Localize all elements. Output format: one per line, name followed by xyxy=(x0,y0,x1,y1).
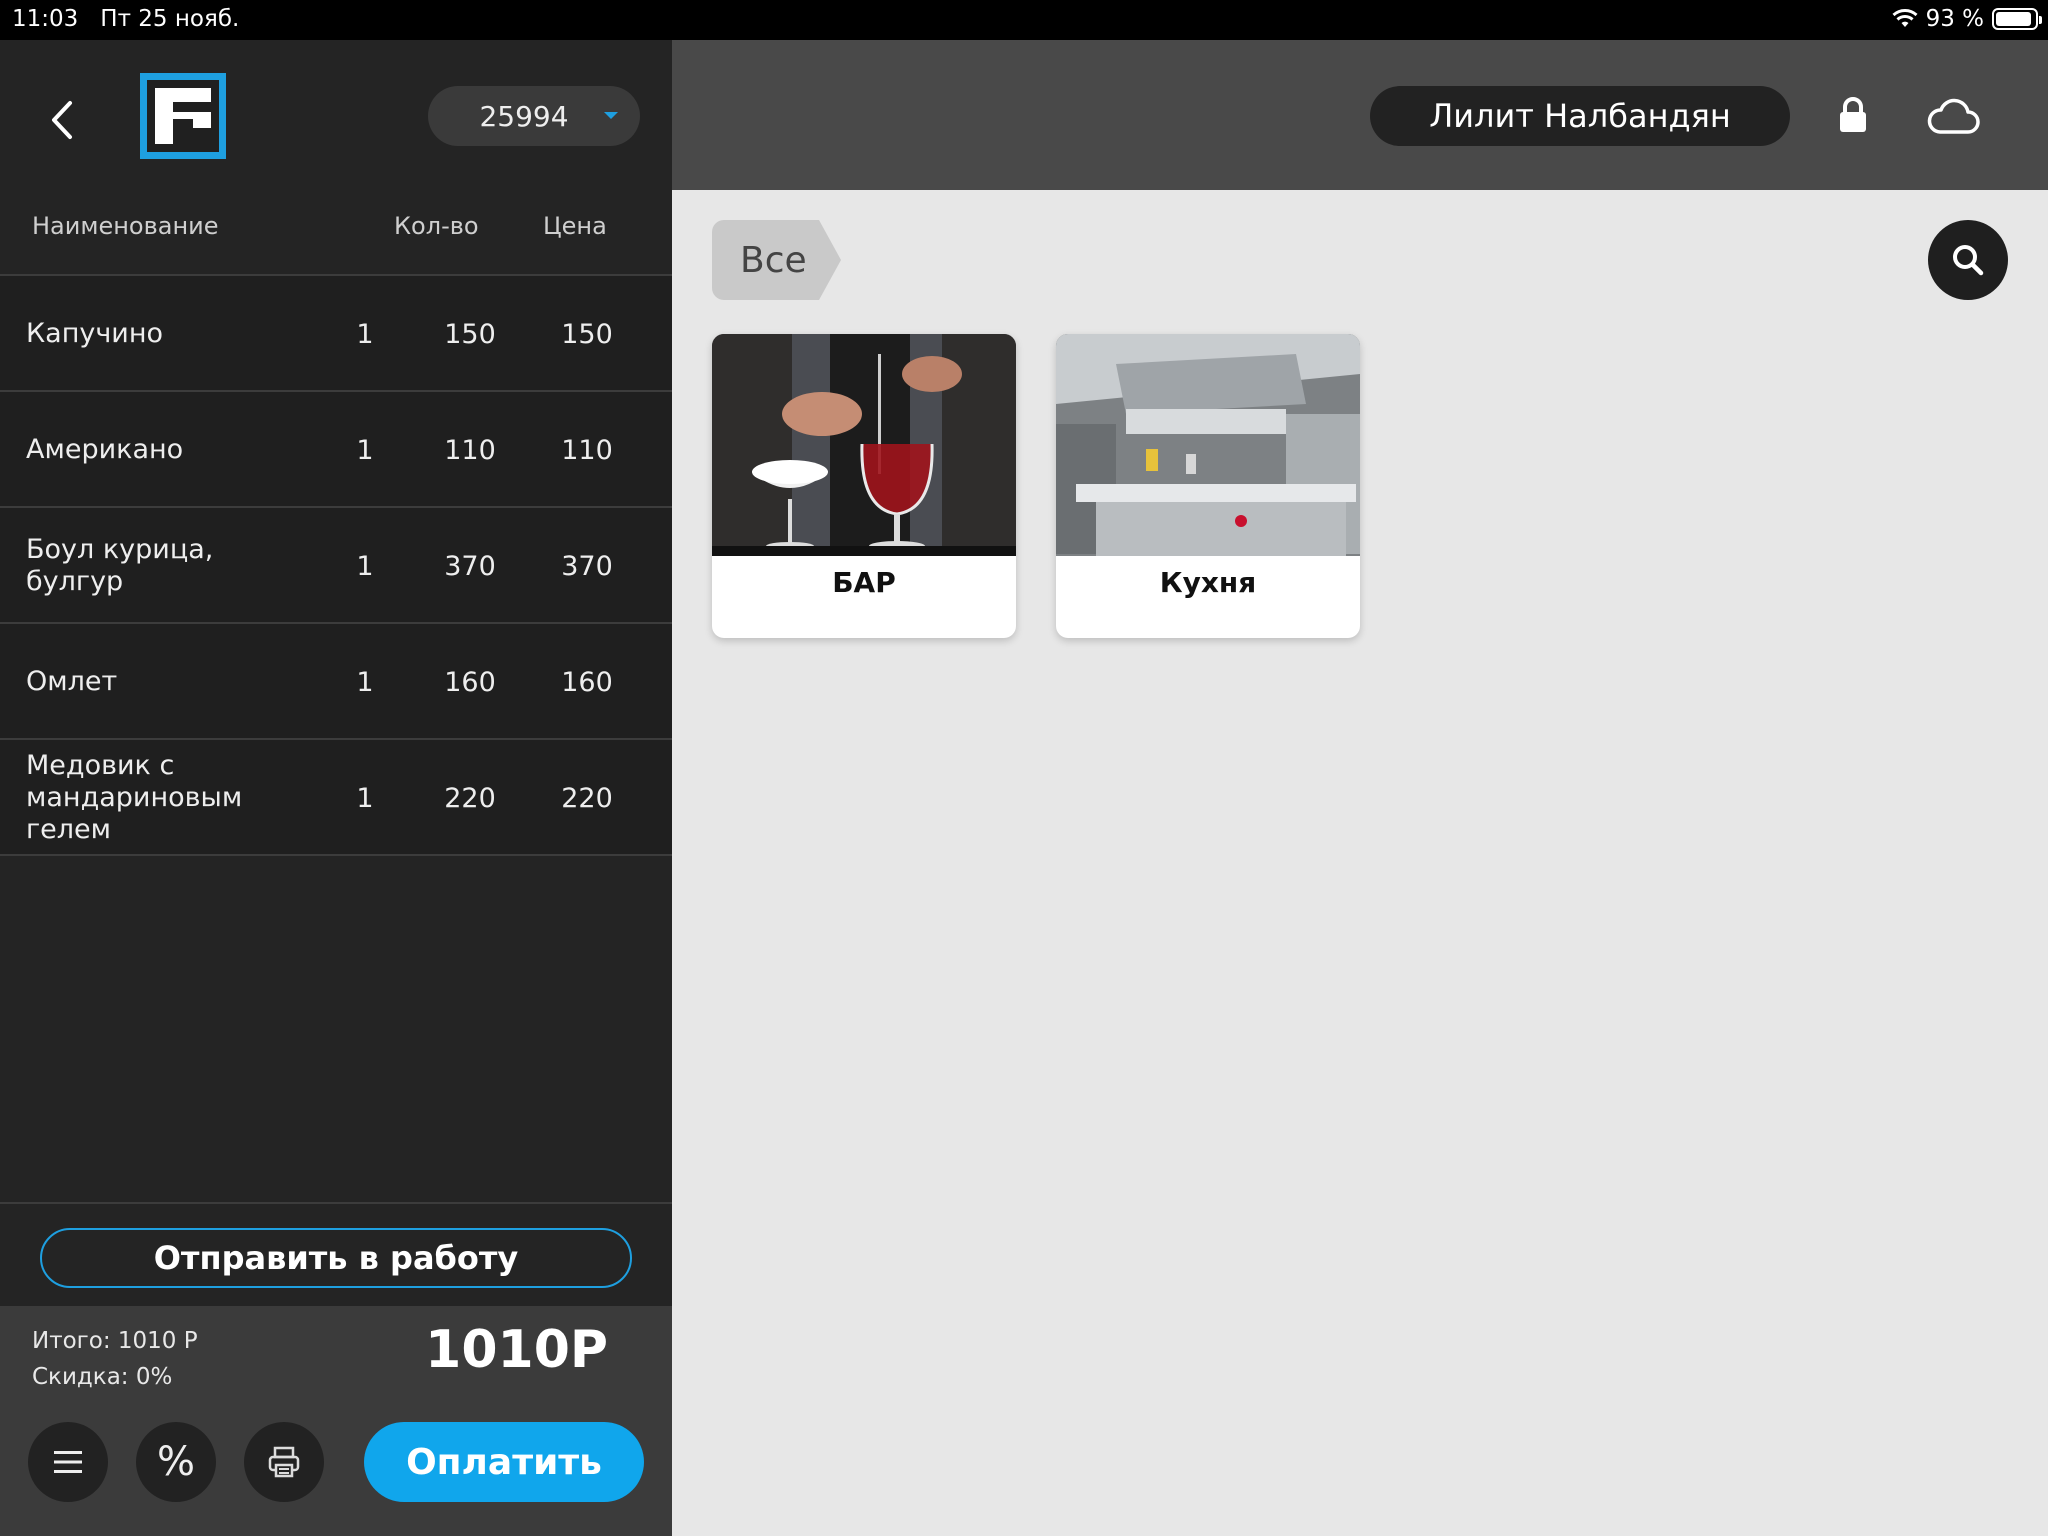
print-button[interactable] xyxy=(244,1422,324,1502)
order-row[interactable]: Медовик с мандариновым гелем 1 220 220 xyxy=(0,740,672,856)
top-bar: Лилит Налбандян xyxy=(672,40,2048,190)
item-qty: 1 xyxy=(356,666,374,698)
category-card-kitchen[interactable]: Кухня xyxy=(1056,334,1360,638)
order-row[interactable]: Американо 1 110 110 xyxy=(0,392,672,508)
order-table-header: Наименование Кол-во Цена xyxy=(0,210,672,276)
order-number: 25994 xyxy=(479,99,569,133)
breadcrumb-all: Все xyxy=(712,220,819,300)
order-footer: Итого: 1010 Р Скидка: 0% 1010Р % Оплатит… xyxy=(0,1306,672,1536)
status-bar: 11:03 Пт 25 нояб. 93 % xyxy=(0,0,2048,40)
user-button[interactable]: Лилит Налбандян xyxy=(1370,86,1790,146)
item-name: Американо xyxy=(26,434,184,465)
item-name: Капучино xyxy=(26,318,164,349)
category-image-bar xyxy=(712,334,1016,556)
app-logo xyxy=(140,73,226,159)
order-items: Капучино 1 150 150 Американо 1 110 110 Б… xyxy=(0,276,672,856)
status-time: 11:03 xyxy=(12,6,79,32)
catalog-area: Все БАР Кухня xyxy=(672,190,2048,1536)
battery-percent: 93 % xyxy=(1925,6,1984,32)
item-price: 150 xyxy=(444,318,496,350)
grand-total: 1010Р xyxy=(425,1320,608,1380)
lock-button[interactable] xyxy=(1838,96,1868,138)
send-area: Отправить в работу xyxy=(0,1202,672,1306)
wifi-icon xyxy=(1892,9,1918,29)
chevron-left-icon xyxy=(52,101,72,139)
item-price: 110 xyxy=(444,434,496,466)
item-price: 160 xyxy=(444,666,496,698)
caret-down-icon xyxy=(604,112,618,119)
item-qty: 1 xyxy=(356,782,374,814)
item-sum: 110 xyxy=(561,434,613,466)
status-date: Пт 25 нояб. xyxy=(100,6,240,32)
order-number-select[interactable]: 25994 xyxy=(428,86,640,146)
order-panel: 25994 Наименование Кол-во Цена Капучино … xyxy=(0,40,672,1536)
pay-button[interactable]: Оплатить xyxy=(364,1422,644,1502)
send-to-work-button[interactable]: Отправить в работу xyxy=(40,1228,632,1288)
item-sum: 160 xyxy=(561,666,613,698)
category-image-kitchen xyxy=(1056,334,1360,556)
search-button[interactable] xyxy=(1928,220,2008,300)
menu-button[interactable] xyxy=(28,1422,108,1502)
item-qty: 1 xyxy=(356,318,374,350)
subtotal: Итого: 1010 Р xyxy=(32,1328,198,1354)
lock-icon xyxy=(1840,97,1866,132)
search-icon xyxy=(1953,245,1984,276)
category-title-bar: БАР xyxy=(832,566,896,599)
item-name: Омлет xyxy=(26,666,118,697)
column-name: Наименование xyxy=(32,212,219,240)
order-row[interactable]: Боул курица, булгур 1 370 370 xyxy=(0,508,672,624)
discount: Скидка: 0% xyxy=(32,1364,173,1390)
cloud-icon xyxy=(1927,98,1980,134)
item-name: Боул курица, булгур xyxy=(26,534,214,597)
discount-button[interactable]: % xyxy=(136,1422,216,1502)
column-price: Цена xyxy=(543,212,607,240)
order-row[interactable]: Омлет 1 160 160 xyxy=(0,624,672,740)
column-qty: Кол-во xyxy=(394,212,479,240)
item-qty: 1 xyxy=(356,434,374,466)
battery-icon xyxy=(1992,8,2042,30)
category-title-kitchen: Кухня xyxy=(1159,566,1257,599)
back-button[interactable] xyxy=(46,95,78,145)
sync-button[interactable] xyxy=(1926,98,1980,140)
item-price: 370 xyxy=(444,550,496,582)
item-sum: 220 xyxy=(561,782,613,814)
category-card-bar[interactable]: БАР xyxy=(712,334,1016,638)
item-name: Медовик с мандариновым гелем xyxy=(26,750,243,845)
printer-icon xyxy=(268,1446,300,1478)
breadcrumb[interactable]: Все xyxy=(712,220,841,300)
item-sum: 150 xyxy=(561,318,613,350)
item-qty: 1 xyxy=(356,550,374,582)
order-row[interactable]: Капучино 1 150 150 xyxy=(0,276,672,392)
percent-icon: % xyxy=(156,1439,195,1485)
item-sum: 370 xyxy=(561,550,613,582)
menu-icon xyxy=(54,1451,82,1473)
item-price: 220 xyxy=(444,782,496,814)
